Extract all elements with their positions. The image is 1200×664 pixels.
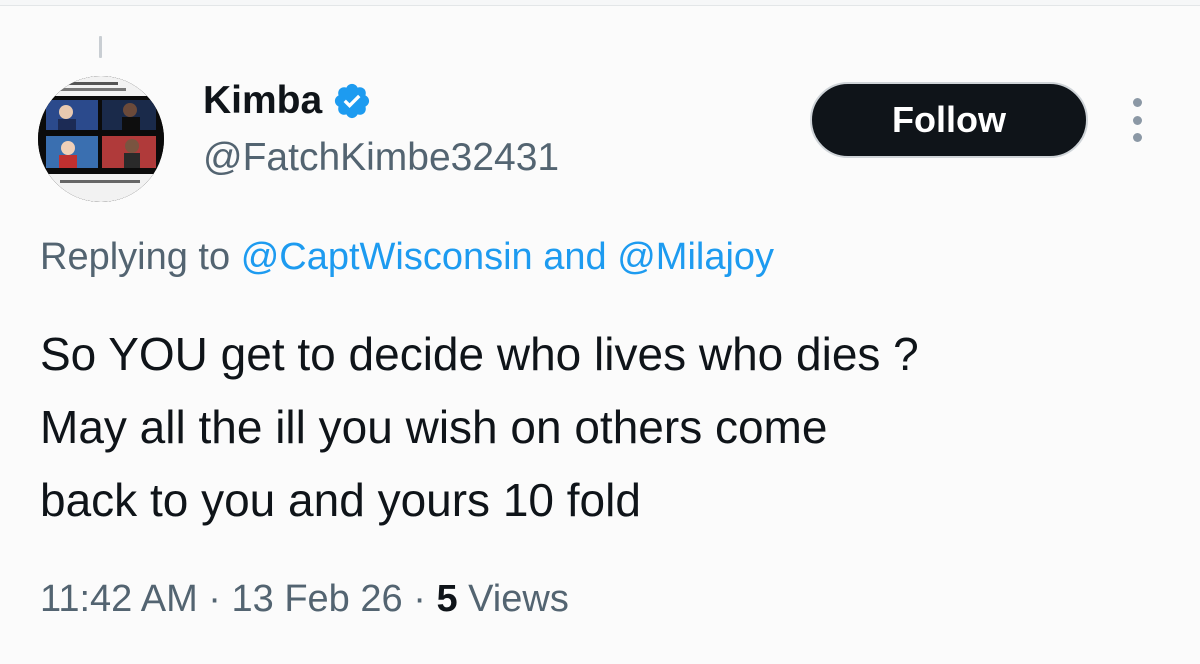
views-label: Views [468,578,569,620]
more-dot [1132,115,1142,125]
avatar[interactable] [38,76,164,202]
more-dot [1132,98,1142,107]
tweet-date[interactable]: 13 Feb 26 [232,578,403,620]
author-name-row: Kimba [203,78,372,124]
tweet-meta: 11:42 AM · 13 Feb 26 · 5 Views [40,574,569,624]
mention-link[interactable]: @CaptWisconsin [241,236,533,278]
more-vertical-icon[interactable] [1124,98,1150,142]
meta-separator: · [413,578,426,620]
tweet-body: So YOU get to decide who lives who dies … [40,318,1170,537]
tweet-line: back to you and yours 10 fold [40,474,641,526]
avatar-image [38,76,164,202]
tweet-line: So YOU get to decide who lives who dies … [40,328,919,380]
meta-separator: · [208,578,221,620]
thread-connector-line [99,36,102,58]
more-dot [1132,133,1142,142]
author-handle[interactable]: @FatchKimbe32431 [203,134,559,182]
mention-link[interactable]: @Milajoy [617,236,774,278]
verified-badge-icon [335,83,370,119]
mention-joiner[interactable]: and [543,236,606,278]
reply-prefix: Replying to [40,236,231,278]
follow-button[interactable]: Follow [810,82,1088,158]
tweet-line: May all the ill you wish on others come [40,401,828,453]
tweet-time[interactable]: 11:42 AM [40,578,198,620]
author-display-name[interactable]: Kimba [203,78,322,124]
views-count: 5 [436,578,458,620]
top-divider [0,0,1200,6]
reply-context: Replying to @CaptWisconsin and @Milajoy [40,232,774,282]
